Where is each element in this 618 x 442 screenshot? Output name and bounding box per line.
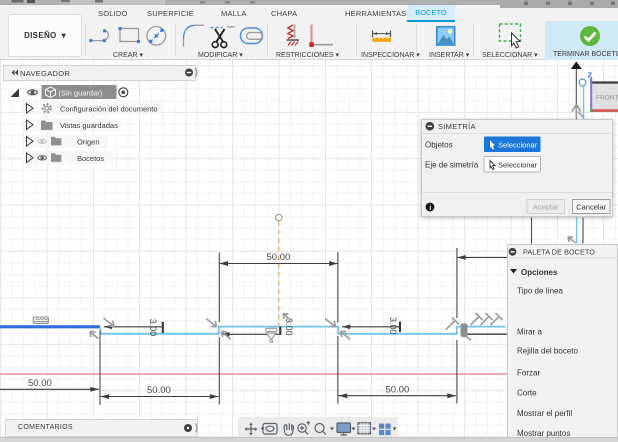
- svg-text:(Sin guardar): (Sin guardar): [59, 88, 103, 97]
- svg-text:Bocetos: Bocetos: [77, 154, 104, 163]
- svg-text:Seleccionar: Seleccionar: [498, 160, 538, 169]
- svg-text:Mostrar el perfil: Mostrar el perfil: [517, 409, 572, 418]
- svg-text:Aceptar: Aceptar: [533, 202, 559, 211]
- svg-text:i: i: [429, 205, 431, 212]
- svg-text:Vistas guardadas: Vistas guardadas: [60, 121, 118, 130]
- svg-text:Corte: Corte: [517, 389, 537, 398]
- svg-text:Cancelar: Cancelar: [576, 202, 607, 211]
- svg-text:Opciones: Opciones: [521, 268, 558, 277]
- svg-text:Origen: Origen: [77, 138, 100, 147]
- svg-text:Seleccionar: Seleccionar: [498, 140, 538, 149]
- svg-text:Objetos: Objetos: [425, 141, 453, 150]
- svg-text:SIMETRÍA: SIMETRÍA: [438, 122, 476, 131]
- svg-text:Configuración del documento: Configuración del documento: [60, 105, 158, 114]
- svg-text:Rejilla del boceto: Rejilla del boceto: [517, 347, 578, 356]
- svg-text:Mirar a: Mirar a: [517, 328, 542, 337]
- svg-text:Forzar: Forzar: [517, 369, 540, 378]
- svg-text:Mostrar puntos: Mostrar puntos: [517, 429, 570, 438]
- svg-text:Eje de simetría: Eje de simetría: [425, 161, 479, 170]
- svg-text:Tipo de línea: Tipo de línea: [517, 287, 564, 296]
- svg-text:PALETA DE BOCETO: PALETA DE BOCETO: [523, 248, 595, 257]
